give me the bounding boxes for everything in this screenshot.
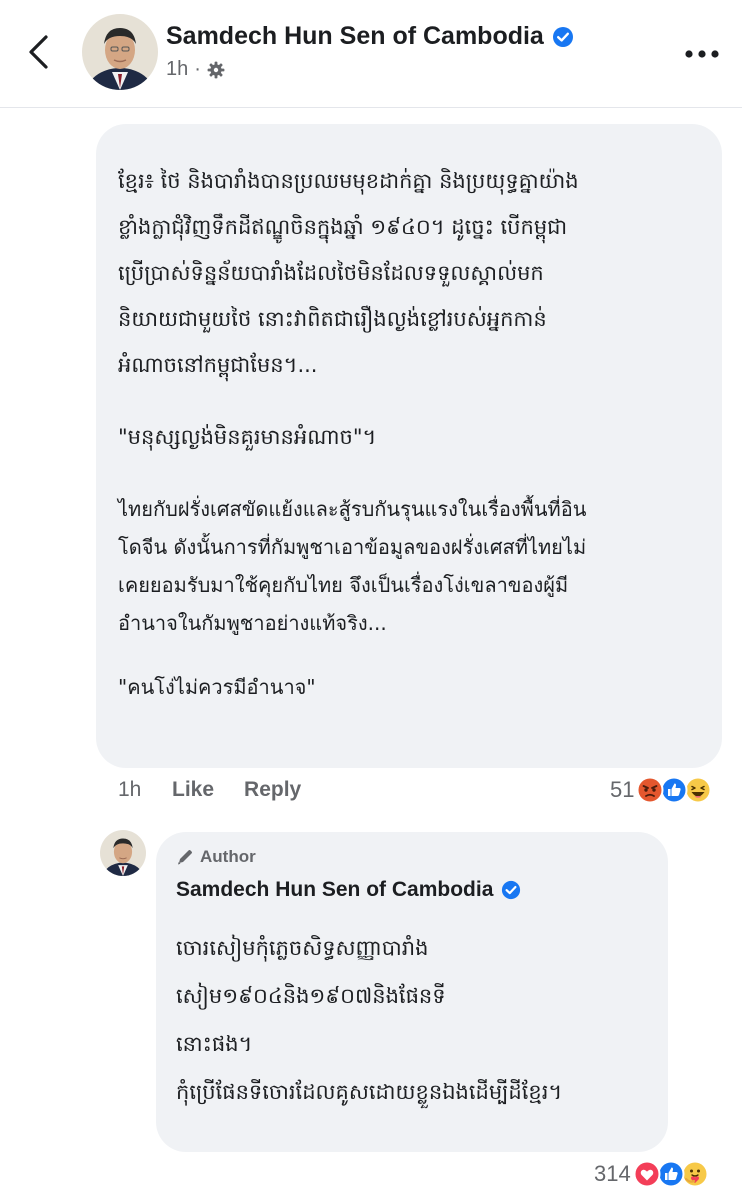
author-badge-label: Author <box>200 847 256 866</box>
comment-reactions[interactable]: 51 <box>610 776 712 804</box>
care-icon <box>681 1160 709 1188</box>
like-icon <box>660 776 688 804</box>
love-icon <box>633 1160 661 1188</box>
comment-time[interactable]: 1h <box>118 778 172 802</box>
meta-separator: · <box>194 58 201 80</box>
reply-bubble: Author Samdech Hun Sen of Cambodia ចោរសៀ… <box>156 832 668 1152</box>
back-button[interactable] <box>18 30 58 74</box>
reply-avatar[interactable] <box>100 830 146 876</box>
angry-icon <box>636 776 664 804</box>
reply-line: ចោរសៀមកុំភ្លេចសិទ្ធសញ្ញាបារាំង <box>176 936 429 960</box>
comment-khmer-line: ប្រើប្រាស់ទិន្នន័យបារាំងដែលថៃមិនដែលទទួលស… <box>118 261 544 285</box>
reply-line: សៀម១៩០៤និង១៩០៧និងផែនទី <box>176 984 446 1008</box>
page-name[interactable]: Samdech Hun Sen of Cambodia <box>166 22 544 51</box>
like-icon <box>657 1160 685 1188</box>
page-avatar[interactable] <box>82 14 158 90</box>
comment-reply-button[interactable]: Reply <box>244 778 301 802</box>
comment-khmer-quote: "មនុស្សល្ងង់មិនគួរមានអំណាច"។ <box>118 425 377 449</box>
reply-author-row[interactable]: Samdech Hun Sen of Cambodia <box>176 878 668 902</box>
comment-thai-line: เคยยอมรับมาใช้คุยกับไทย จึงเป็นเรื่องโง่… <box>118 573 569 597</box>
comment-khmer-line: និយាយជាមួយថៃ នោះវាពិតជារឿងល្ងង់ខ្លៅរបស់អ… <box>118 307 547 331</box>
reply-reactions[interactable]: 314 <box>594 1160 709 1188</box>
comment-reaction-count: 51 <box>610 777 635 802</box>
verified-badge-icon <box>552 26 574 48</box>
more-dots-icon <box>685 50 719 58</box>
comment-thai-line: โดจีน ดังนั้นการที่กัมพูชาเอาข้อมูลของฝร… <box>118 535 587 559</box>
pen-icon <box>178 850 192 865</box>
comment-khmer-line: ខ្មែរ៖ ថៃ និងបារាំងបានប្រឈមមុខដាក់គ្នា ន… <box>118 169 579 193</box>
comment-like-button[interactable]: Like <box>172 778 214 802</box>
reply-line: នោះផង។ <box>176 1032 253 1056</box>
comment-khmer-line: ខ្លាំងក្លាជុំវិញទឹកដីឥណ្ឌូចិនក្នុងឆ្នាំ … <box>118 215 568 239</box>
page-name-row[interactable]: Samdech Hun Sen of Cambodia <box>166 22 574 51</box>
post-time[interactable]: 1h <box>166 58 188 81</box>
haha-icon <box>684 776 712 804</box>
comment-khmer-line: អំណាចនៅកម្ពុជាមែន។... <box>118 353 318 377</box>
comment-thai-line: อำนาจในกัมพูชาอย่างแท้จริง... <box>118 611 387 635</box>
post-header: Samdech Hun Sen of Cambodia 1h · <box>0 0 742 108</box>
reply-reaction-count: 314 <box>594 1161 631 1186</box>
comment-thai-line: ไทยกับฝรั่งเศสขัดแย้งและสู้รบกันรุนแรงใน… <box>118 497 587 521</box>
reply-author-name[interactable]: Samdech Hun Sen of Cambodia <box>176 878 493 902</box>
reply-body: ចោរសៀមកុំភ្លេចសិទ្ធសញ្ញាបារាំង សៀម១៩០៤និ… <box>176 924 668 1116</box>
comment-thai-quote: "คนโง่ไม่ควรมีอำนาจ" <box>118 675 316 699</box>
author-badge: Author <box>176 846 668 868</box>
verified-badge-icon <box>501 880 521 900</box>
privacy-gear-icon[interactable] <box>207 61 225 79</box>
comment-bubble: ខ្មែរ៖ ថៃ និងបារាំងបានប្រឈមមុខដាក់គ្នា ន… <box>96 124 722 768</box>
post-meta: 1h · <box>166 58 225 81</box>
more-options-button[interactable] <box>680 36 724 72</box>
chevron-left-icon <box>29 35 48 69</box>
reply-line: កុំប្រើផែនទីចោរដែលគូសដោយខ្លួនឯងដើម្បីដីខ… <box>176 1080 563 1104</box>
comment-actions: 1h Like Reply <box>118 778 301 802</box>
